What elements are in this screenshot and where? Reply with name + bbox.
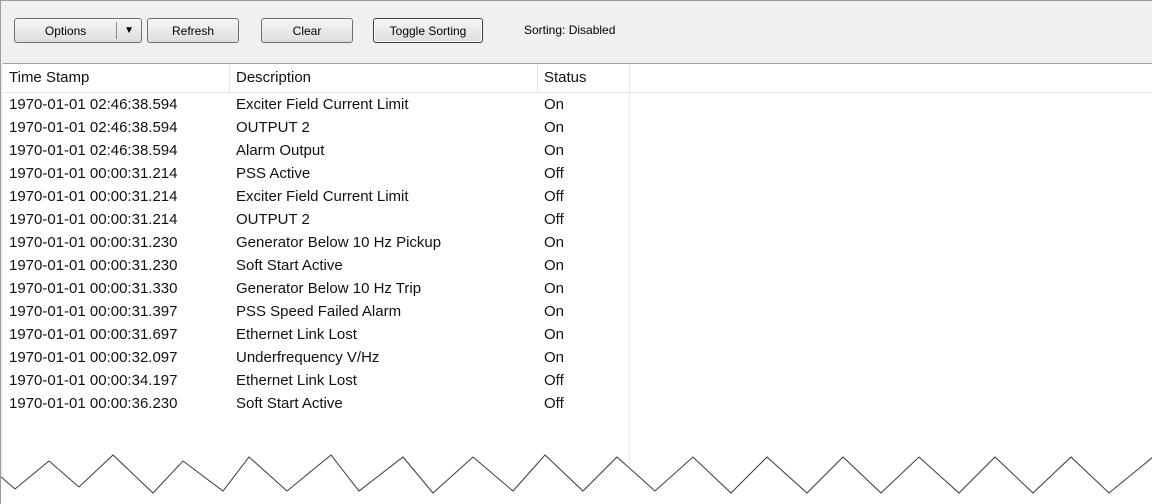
table-row[interactable]: 1970-01-01 00:00:31.397 PSS Speed Failed…	[3, 300, 1152, 323]
cell-time-stamp: 1970-01-01 00:00:32.097	[9, 349, 178, 366]
column-header-status[interactable]: Status	[538, 64, 630, 92]
cell-status: On	[544, 326, 565, 343]
cell-time-stamp: 1970-01-01 00:00:31.697	[9, 326, 178, 343]
table-row[interactable]: 1970-01-01 02:46:38.594 OUTPUT 2 On	[3, 116, 1152, 139]
table-row[interactable]: 1970-01-01 00:00:31.214 Exciter Field Cu…	[3, 185, 1152, 208]
table-row[interactable]: 1970-01-01 00:00:31.230 Generator Below …	[3, 231, 1152, 254]
cell-status: On	[544, 234, 565, 251]
cell-description: PSS Active	[236, 165, 311, 182]
table-row[interactable]: 1970-01-01 02:46:38.594 Exciter Field Cu…	[3, 93, 1152, 116]
sorting-status-label: Sorting: Disabled	[524, 23, 616, 37]
table-row[interactable]: 1970-01-01 00:00:31.230 Soft Start Activ…	[3, 254, 1152, 277]
torn-edge	[1, 454, 1152, 504]
cell-time-stamp: 1970-01-01 00:00:31.214	[9, 165, 178, 182]
table-row[interactable]: 1970-01-01 00:00:31.214 OUTPUT 2 Off	[3, 208, 1152, 231]
cell-time-stamp: 1970-01-01 00:00:31.330	[9, 280, 178, 297]
column-header-description[interactable]: Description	[230, 64, 538, 92]
cell-time-stamp: 1970-01-01 02:46:38.594	[9, 96, 178, 113]
options-button-label[interactable]: Options	[15, 24, 116, 38]
cell-status: Off	[544, 395, 564, 412]
cell-status: On	[544, 280, 565, 297]
chevron-down-icon[interactable]: ▼	[117, 25, 141, 36]
toggle-sorting-button[interactable]: Toggle Sorting	[373, 18, 483, 43]
cell-status: Off	[544, 188, 564, 205]
event-log-window: Options ▼ Refresh Clear Toggle Sorting S…	[0, 0, 1152, 504]
cell-description: Ethernet Link Lost	[236, 372, 357, 389]
cell-description: Ethernet Link Lost	[236, 326, 357, 343]
cell-status: On	[544, 142, 565, 159]
table-row[interactable]: 1970-01-01 00:00:32.097 Underfrequency V…	[3, 346, 1152, 369]
table-row[interactable]: 1970-01-01 02:46:38.594 Alarm Output On	[3, 139, 1152, 162]
cell-time-stamp: 1970-01-01 00:00:31.214	[9, 188, 178, 205]
cell-time-stamp: 1970-01-01 00:00:36.230	[9, 395, 178, 412]
cell-description: PSS Speed Failed Alarm	[236, 303, 402, 320]
refresh-button[interactable]: Refresh	[147, 18, 239, 43]
table-row[interactable]: 1970-01-01 00:00:36.230 Soft Start Activ…	[3, 392, 1152, 415]
cell-status: On	[544, 349, 565, 366]
event-table[interactable]: Time Stamp Description Status 1970-01-01…	[3, 63, 1152, 504]
cell-description: OUTPUT 2	[236, 211, 310, 228]
cell-time-stamp: 1970-01-01 00:00:31.397	[9, 303, 178, 320]
cell-status: On	[544, 257, 565, 274]
cell-time-stamp: 1970-01-01 00:00:31.230	[9, 234, 178, 251]
table-row[interactable]: 1970-01-01 00:00:34.197 Ethernet Link Lo…	[3, 369, 1152, 392]
table-header: Time Stamp Description Status	[3, 64, 1152, 93]
table-row[interactable]: 1970-01-01 00:00:31.330 Generator Below …	[3, 277, 1152, 300]
cell-description: OUTPUT 2	[236, 119, 310, 136]
cell-time-stamp: 1970-01-01 00:00:31.230	[9, 257, 178, 274]
cell-time-stamp: 1970-01-01 02:46:38.594	[9, 142, 178, 159]
cell-status: On	[544, 96, 565, 113]
cell-description: Alarm Output	[236, 142, 325, 159]
cell-status: On	[544, 119, 565, 136]
cell-description: Exciter Field Current Limit	[236, 96, 409, 113]
cell-description: Generator Below 10 Hz Pickup	[236, 234, 442, 251]
cell-description: Soft Start Active	[236, 395, 343, 412]
toolbar: Options ▼ Refresh Clear Toggle Sorting S…	[1, 1, 1152, 63]
cell-description: Generator Below 10 Hz Trip	[236, 280, 422, 297]
cell-time-stamp: 1970-01-01 02:46:38.594	[9, 119, 178, 136]
table-row[interactable]: 1970-01-01 00:00:31.697 Ethernet Link Lo…	[3, 323, 1152, 346]
cell-description: Exciter Field Current Limit	[236, 188, 409, 205]
column-header-time-stamp[interactable]: Time Stamp	[3, 64, 230, 92]
table-row[interactable]: 1970-01-01 00:00:31.214 PSS Active Off	[3, 162, 1152, 185]
cell-description: Soft Start Active	[236, 257, 343, 274]
options-split-button[interactable]: Options ▼	[14, 18, 142, 43]
clear-button[interactable]: Clear	[261, 18, 353, 43]
cell-status: Off	[544, 211, 564, 228]
cell-status: On	[544, 303, 565, 320]
cell-description: Underfrequency V/Hz	[236, 349, 380, 366]
cell-status: Off	[544, 372, 564, 389]
cell-time-stamp: 1970-01-01 00:00:34.197	[9, 372, 178, 389]
cell-status: Off	[544, 165, 564, 182]
cell-time-stamp: 1970-01-01 00:00:31.214	[9, 211, 178, 228]
